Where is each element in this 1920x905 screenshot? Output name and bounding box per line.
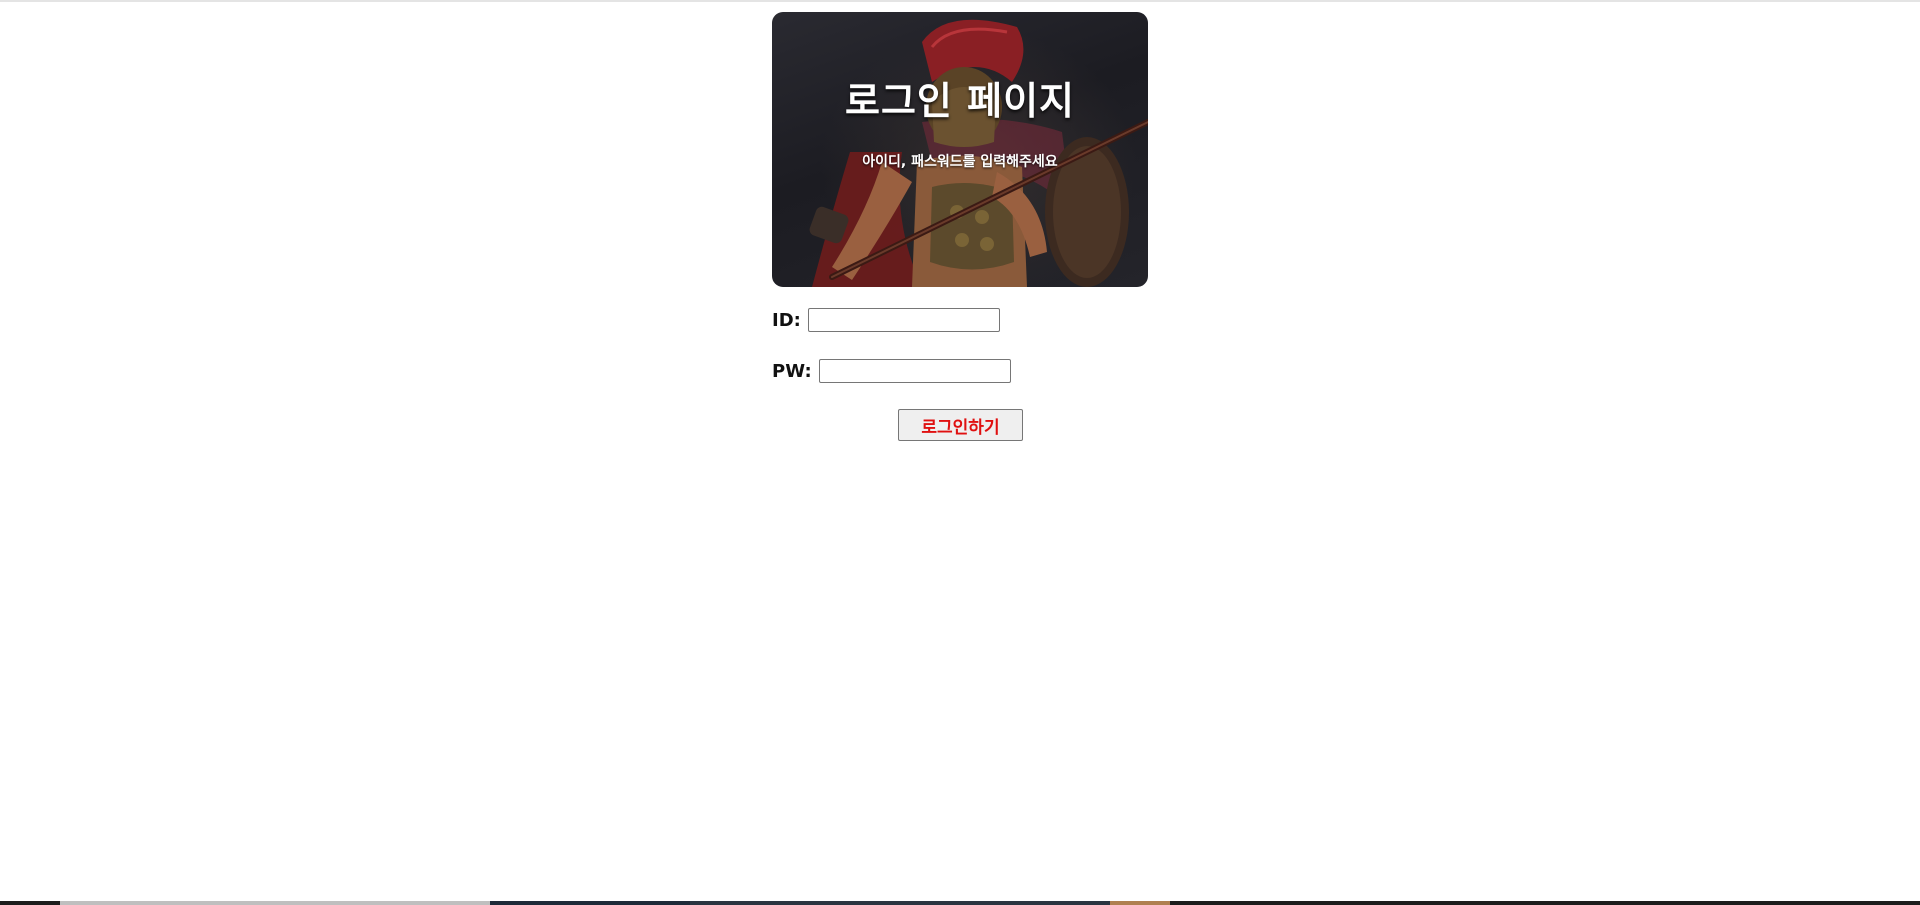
pw-input[interactable]: [818, 359, 1011, 383]
taskbar-strip: [0, 901, 1920, 905]
pw-label: PW:: [772, 360, 812, 382]
page-subtitle: 아이디, 패스워드를 입력해주세요: [862, 154, 1058, 170]
login-container: 로그인 페이지 아이디, 패스워드를 입력해주세요 ID: PW: 로그인하기: [772, 12, 1148, 441]
login-button[interactable]: 로그인하기: [898, 409, 1023, 441]
id-label: ID:: [772, 309, 801, 331]
pw-field-row: PW:: [772, 359, 1011, 383]
hero-banner: 로그인 페이지 아이디, 패스워드를 입력해주세요: [772, 12, 1148, 287]
id-input[interactable]: [807, 308, 1000, 332]
page-title: 로그인 페이지: [845, 79, 1075, 123]
id-field-row: ID:: [772, 308, 1000, 332]
top-divider: [0, 0, 1920, 2]
spartan-warrior-image: [809, 19, 1148, 287]
